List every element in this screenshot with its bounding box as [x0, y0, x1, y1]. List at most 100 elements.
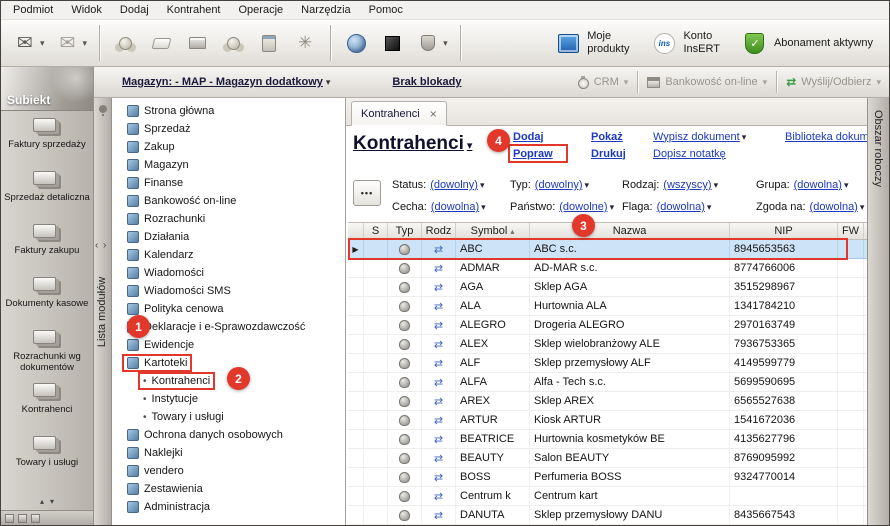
table-row[interactable]: BOSS Perfumeria BOSS 9324770014	[348, 468, 867, 487]
online-button[interactable]	[340, 27, 372, 59]
tree-item[interactable]: Polityka cenowa	[112, 300, 345, 318]
chevron-right-icon[interactable]	[103, 240, 106, 251]
pokaz-link[interactable]: Pokaż	[591, 131, 653, 143]
tree-item[interactable]: Sprzedaż	[112, 120, 345, 138]
menu-item[interactable]: Podmiot	[4, 2, 62, 18]
view-switch-icon[interactable]	[31, 514, 40, 523]
archive-button[interactable]	[412, 27, 451, 59]
table-row[interactable]: ALA Hurtownia ALA 1341784210	[348, 297, 867, 316]
view-switch-icon[interactable]	[18, 514, 27, 523]
table-row[interactable]: DANUTA Sklep przemysłowy DANU 8435667543	[348, 506, 867, 525]
module-cube-button[interactable]	[376, 27, 408, 59]
close-icon[interactable]	[430, 108, 437, 120]
abonament-button[interactable]: Abonament aktywny	[736, 27, 879, 59]
filter-dropdown[interactable]: Państwo: (dowolne)	[510, 201, 622, 213]
crm-button[interactable]: CRM	[578, 76, 629, 89]
more-filters-button[interactable]	[353, 180, 381, 206]
menu-item[interactable]: Narzędzia	[292, 2, 360, 18]
header-typ[interactable]: Typ	[388, 223, 422, 239]
drukuj-link[interactable]: Drukuj	[591, 148, 653, 160]
send-mail-button[interactable]	[9, 27, 48, 59]
menu-item[interactable]: Operacje	[230, 2, 293, 18]
menu-item[interactable]: Dodaj	[111, 2, 158, 18]
scroll-down-icon[interactable]	[50, 495, 54, 507]
tab-kontrahenci[interactable]: Kontrahenci	[351, 101, 447, 126]
rail-shortcut[interactable]: Towary i usługi	[1, 431, 93, 484]
table-row[interactable]: AREX Sklep AREX 6565527638	[348, 392, 867, 411]
lock-status-link[interactable]: Brak blokady	[392, 76, 461, 88]
filter-dropdown[interactable]: Cecha: (dowolna)	[392, 201, 510, 213]
menu-item[interactable]: Kontrahent	[158, 2, 230, 18]
header-nip[interactable]: NIP	[730, 223, 838, 239]
tree-item[interactable]: Magazyn	[112, 156, 345, 174]
tree-item[interactable]: Wiadomości	[112, 264, 345, 282]
menu-item[interactable]: Widok	[62, 2, 111, 18]
wypisz-dokument-link[interactable]: Wypisz dokument	[653, 131, 740, 143]
dopisz-notatke-link[interactable]: Dopisz notatkę	[653, 148, 785, 160]
tree-item[interactable]: Kartoteki	[112, 354, 345, 372]
magazyn-selector[interactable]: Magazyn: - MAP - Magazyn dodatkowy	[122, 76, 330, 88]
tree-item[interactable]: Ewidencje	[112, 336, 345, 354]
tree-item[interactable]: vendero	[112, 462, 345, 480]
tree-item[interactable]: Rozrachunki	[112, 210, 345, 228]
table-row[interactable]: AGA Sklep AGA 3515298967	[348, 278, 867, 297]
view-switch-icon[interactable]	[5, 514, 14, 523]
tree-item[interactable]: Instytucje	[112, 390, 345, 408]
filter-dropdown[interactable]: Grupa: (dowolna)	[756, 179, 867, 191]
chevron-down-icon[interactable]	[40, 37, 45, 49]
rail-shortcut[interactable]: Kontrahenci	[1, 378, 93, 431]
rail-shortcut[interactable]: Sprzedaż detaliczna	[1, 166, 93, 219]
filter-dropdown[interactable]: Typ: (dowolny)	[510, 179, 622, 191]
table-row[interactable]: ADMAR AD-MAR s.c. 8774766006	[348, 259, 867, 278]
tree-item[interactable]: Działania	[112, 228, 345, 246]
table-row[interactable]: BEAUTY Salon BEAUTY 8769095992	[348, 449, 867, 468]
table-row[interactable]: ALEX Sklep wielobranżowy ALE 7936753365	[348, 335, 867, 354]
tree-item[interactable]: Zestawienia	[112, 480, 345, 498]
chevron-down-icon[interactable]	[443, 37, 448, 49]
header-rodz[interactable]: Rodz	[422, 223, 456, 239]
tree-item[interactable]: Wiadomości SMS	[112, 282, 345, 300]
filter-dropdown[interactable]: Status: (dowolny)	[392, 179, 510, 191]
cash-button[interactable]	[109, 27, 141, 59]
tree-item[interactable]: Zakup	[112, 138, 345, 156]
tree-item[interactable]: Ochrona danych osobowych	[112, 426, 345, 444]
tree-item[interactable]: Towary i usługi	[112, 408, 345, 426]
moje-produkty-button[interactable]: Moje produkty	[549, 27, 635, 59]
rail-shortcut[interactable]: Faktury zakupu	[1, 219, 93, 272]
eraser-button[interactable]	[145, 27, 177, 59]
scroll-up-icon[interactable]	[40, 495, 44, 507]
printer-button[interactable]	[181, 27, 213, 59]
table-row[interactable]: ARTUR Kiosk ARTUR 1541672036	[348, 411, 867, 430]
filter-dropdown[interactable]: Flaga: (dowolna)	[622, 201, 756, 213]
wyslij-odbierz-button[interactable]: Wyślij/Odbierz	[786, 75, 881, 89]
filter-dropdown[interactable]: Zgoda na: (dowolna)	[756, 201, 867, 213]
chevron-left-icon[interactable]	[95, 240, 98, 251]
workspace-strip[interactable]: Obszar roboczy	[867, 98, 889, 525]
tree-item[interactable]: Finanse	[112, 174, 345, 192]
header-s[interactable]: S	[364, 223, 388, 239]
settings-button[interactable]	[289, 27, 321, 59]
calculator-button[interactable]	[253, 27, 285, 59]
header-nazwa[interactable]: Nazwa	[530, 223, 730, 239]
header-fw[interactable]: FW	[838, 223, 864, 239]
tree-item[interactable]: Strona główna	[112, 102, 345, 120]
header-selector[interactable]	[348, 223, 364, 239]
biblioteka-dokumentow-link[interactable]: Biblioteka dokumentów	[785, 131, 867, 143]
table-row[interactable]: ALF Sklep przemysłowy ALF 4149599779	[348, 354, 867, 373]
tree-item[interactable]: Kalendarz	[112, 246, 345, 264]
konto-insert-button[interactable]: Konto InsERT	[645, 27, 725, 59]
table-row[interactable]: ALEGRO Drogeria ALEGRO 2970163749	[348, 316, 867, 335]
page-title-menu[interactable]: Kontrahenci	[353, 133, 472, 155]
rail-shortcut[interactable]: Faktury sprzedaży	[1, 113, 93, 166]
dodaj-link[interactable]: Dodaj	[513, 131, 591, 143]
tree-item[interactable]: Bankowość on-line	[112, 192, 345, 210]
table-row[interactable]: ALFA Alfa - Tech s.c. 5699590695	[348, 373, 867, 392]
table-row[interactable]: Centrum k Centrum kart	[348, 487, 867, 506]
menu-item[interactable]: Pomoc	[360, 2, 412, 18]
rail-shortcut[interactable]: Rozrachunki wg dokumentów	[1, 325, 93, 378]
pin-icon[interactable]	[99, 105, 107, 113]
receive-mail-button[interactable]	[52, 27, 91, 59]
tree-item[interactable]: Administracja	[112, 498, 345, 516]
chevron-down-icon[interactable]	[83, 37, 88, 49]
modules-list-strip[interactable]: Lista modułów	[94, 98, 112, 525]
